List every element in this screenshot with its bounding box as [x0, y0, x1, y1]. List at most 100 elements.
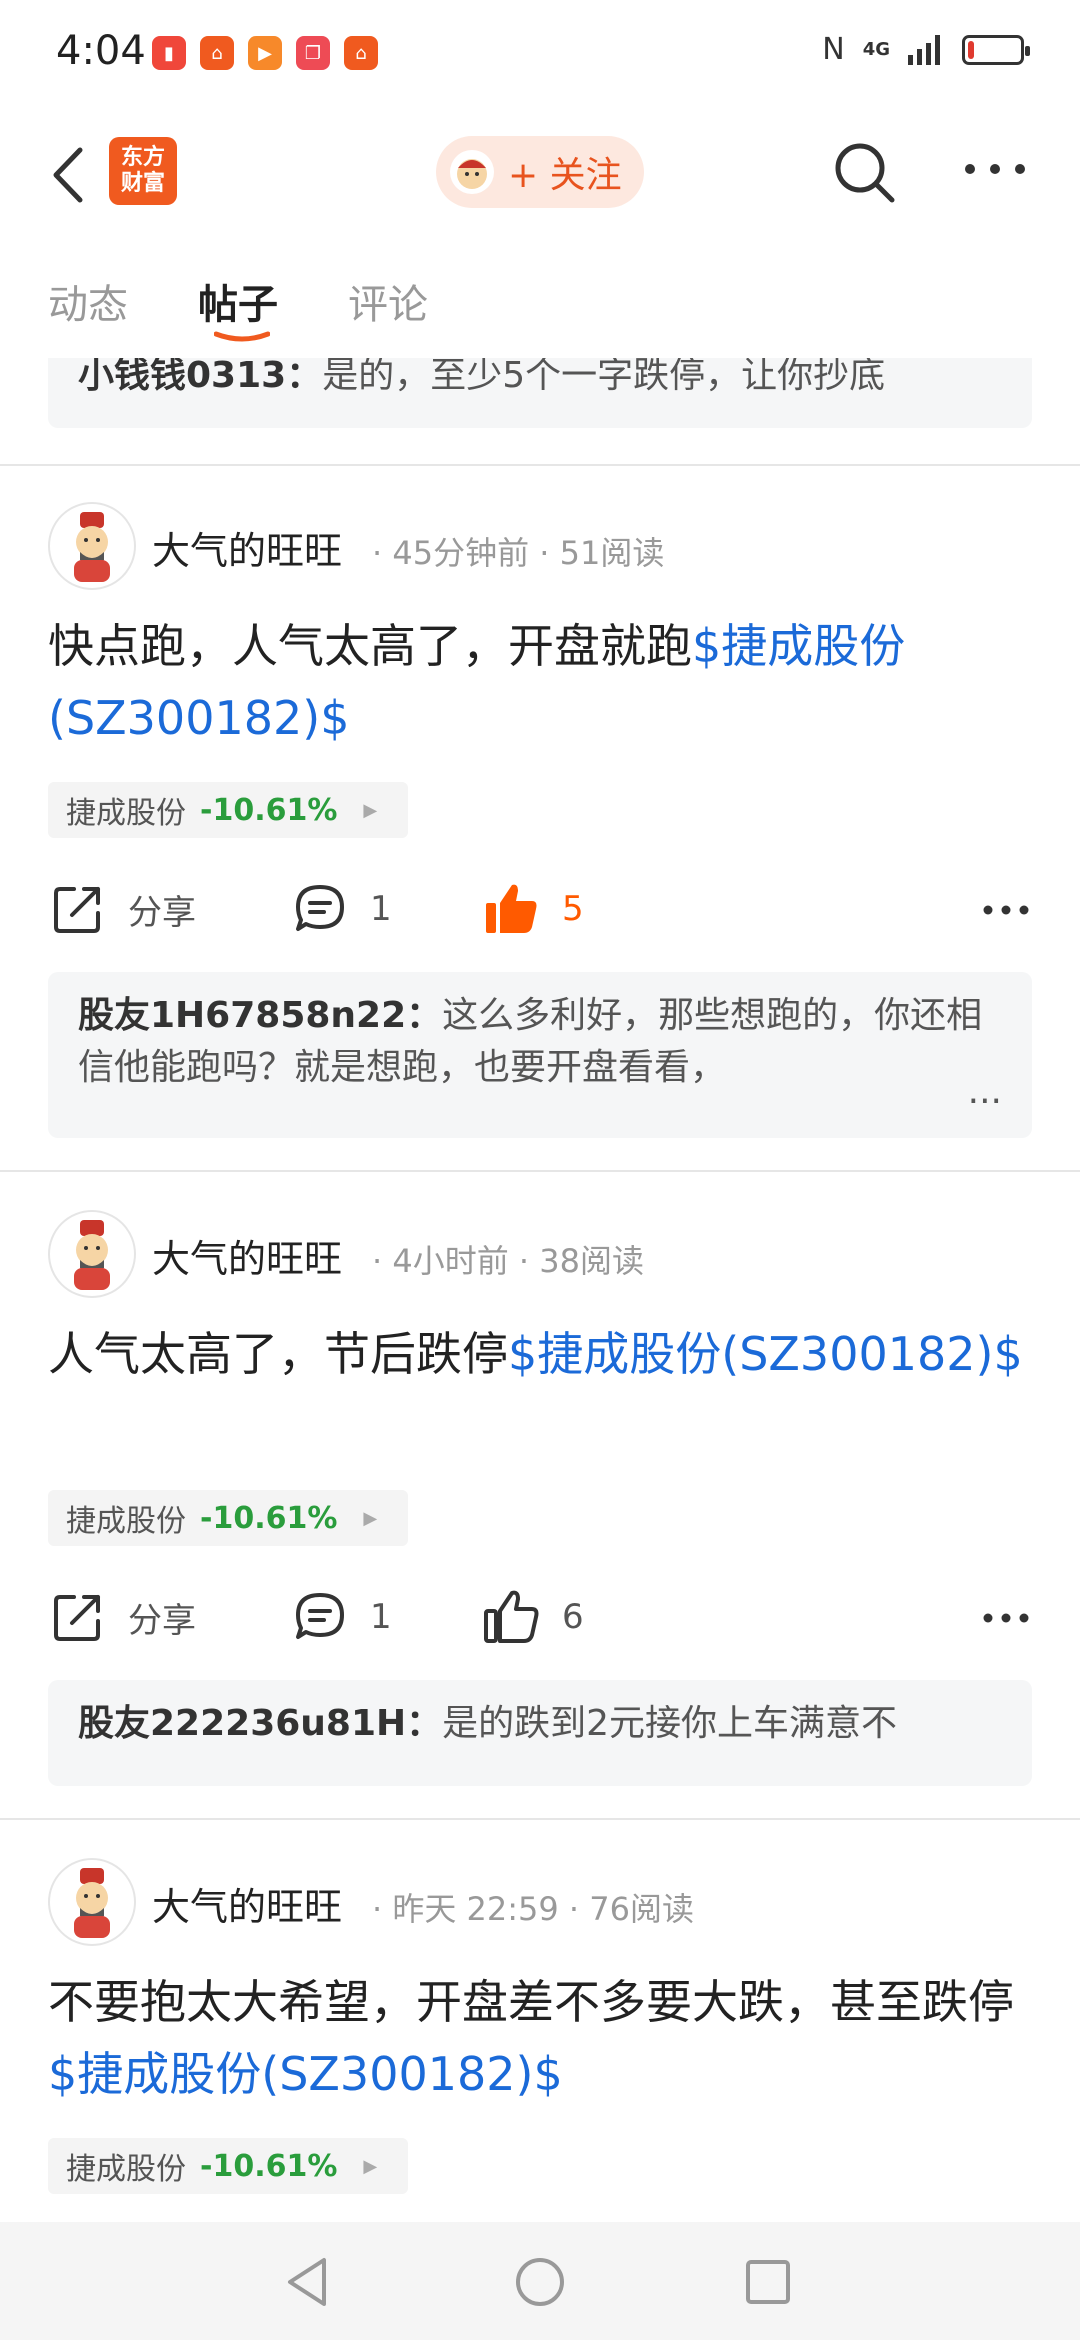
author-avatar[interactable]	[48, 1858, 136, 1946]
like-button[interactable]: 6	[482, 1582, 584, 1652]
hot-comment[interactable]: 股友222236u81H：是的跌到2元接你上车满意不	[48, 1680, 1032, 1786]
post-text: 不要抱太大希望，开盘差不多要大跌，甚至跌停	[48, 1975, 1014, 2029]
system-navigation-bar	[0, 2222, 1080, 2340]
stock-name: 捷成股份	[66, 796, 186, 831]
caishen-avatar-icon	[74, 1868, 110, 1938]
comment-username: 小钱钱0313：	[78, 358, 323, 396]
share-icon	[54, 887, 100, 933]
status-right: N 4G	[822, 32, 1030, 67]
comment-button[interactable]: 1	[292, 1582, 392, 1652]
stock-link[interactable]: $捷成股份(SZ300182)$	[508, 1327, 1023, 1381]
caret-right-icon: ▶	[363, 1507, 378, 1529]
status-bar: 4:04 ▮ ⌂ ▶ ❐ ⌂ N 4G	[0, 0, 1080, 110]
battery-icon	[962, 34, 1030, 65]
search-icon[interactable]	[832, 140, 898, 206]
brand-logo: 东方 财富	[109, 137, 177, 205]
post-content[interactable]: 不要抱太大希望，开盘差不多要大跌，甚至跌停 $捷成股份(SZ300182)$	[48, 1966, 1032, 2110]
more-options-icon[interactable]	[960, 154, 1030, 184]
comment-text: 是的，至少5个一字跌停，让你抄底	[322, 358, 886, 396]
battery-saver-app-icon: ▮	[152, 36, 186, 70]
nfc-icon: N	[822, 32, 845, 67]
thumbs-up-icon	[484, 1590, 539, 1643]
stock-change: -10.61%	[200, 792, 338, 828]
comment-preview[interactable]: 小钱钱0313：是的，至少5个一字跌停，让你抄底	[48, 358, 1032, 428]
stock-name: 捷成股份	[66, 2152, 186, 2187]
eastmoney-app-icon: ⌂	[200, 36, 234, 70]
like-count: 6	[562, 1597, 584, 1637]
comment-icon	[296, 885, 344, 931]
post-text: 人气太高了，节后跌停	[48, 1327, 508, 1381]
share-label: 分享	[128, 1600, 196, 1641]
nav-home-icon[interactable]	[510, 2252, 570, 2312]
nav-back-icon[interactable]	[278, 2252, 338, 2312]
post-card[interactable]: 大气的旺旺 · 4小时前 · 38阅读 人气太高了，节后跌停$捷成股份(SZ30…	[0, 1210, 1080, 1790]
status-time: 4:04	[56, 28, 146, 74]
author-name[interactable]: 大气的旺旺	[152, 520, 342, 575]
active-tab-indicator	[214, 331, 270, 342]
post-card[interactable]: 大气的旺旺 · 昨天 22:59 · 76阅读 不要抱太大希望，开盘差不多要大跌…	[0, 1858, 1080, 2220]
logo-line-2: 财富	[120, 171, 165, 196]
stock-name: 捷成股份	[66, 1504, 186, 1539]
notification-icons: ▮ ⌂ ▶ ❐ ⌂	[152, 36, 378, 70]
network-label: 4G	[862, 38, 890, 60]
author-avatar[interactable]	[48, 502, 136, 590]
stock-quote-tag[interactable]: 捷成股份 -10.61% ▶	[48, 782, 408, 838]
top-app-bar: 东方 财富 + 关注	[0, 110, 1080, 240]
share-button[interactable]: 分享	[50, 874, 196, 944]
mascot-avatar-icon	[450, 150, 494, 194]
post-more-icon[interactable]	[982, 904, 1030, 916]
post-meta: · 45分钟前 · 51阅读	[372, 534, 665, 572]
tab-comments[interactable]: 评论	[348, 272, 428, 330]
post-card[interactable]: 大气的旺旺 · 45分钟前 · 51阅读 快点跑，人气太高了，开盘就跑$捷成股份…	[0, 502, 1080, 1162]
author-name[interactable]: 大气的旺旺	[152, 1876, 342, 1931]
post-text: 快点跑，人气太高了，开盘就跑	[48, 619, 692, 673]
eastmoney-app-icon-2: ⌂	[344, 36, 378, 70]
stock-quote-tag[interactable]: 捷成股份 -10.61% ▶	[48, 2138, 408, 2194]
comment-ellipsis: ...	[959, 1066, 1002, 1118]
back-arrow-icon[interactable]	[46, 140, 96, 210]
comment-username: 股友1H67858n22：	[78, 995, 443, 1036]
comment-button[interactable]: 1	[292, 874, 392, 944]
hot-comment[interactable]: 股友1H67858n22：这么多利好，那些想跑的，你还相信他能跑吗？就是想跑，也…	[48, 972, 1032, 1138]
comment-count: 1	[370, 889, 392, 929]
tab-bar: 动态 帖子 评论	[0, 260, 1080, 342]
post-time: 昨天 22:59	[392, 1890, 559, 1928]
thumbs-up-filled-icon	[486, 884, 537, 933]
post-time: 4小时前	[392, 1242, 509, 1280]
post-reads: 76阅读	[589, 1890, 694, 1928]
stock-quote-tag[interactable]: 捷成股份 -10.61% ▶	[48, 1490, 408, 1546]
author-avatar[interactable]	[48, 1210, 136, 1298]
caret-right-icon: ▶	[363, 2155, 378, 2177]
post-more-icon[interactable]	[982, 1612, 1030, 1624]
post-content[interactable]: 人气太高了，节后跌停$捷成股份(SZ300182)$	[48, 1318, 1032, 1390]
post-meta: · 4小时前 · 38阅读	[372, 1242, 644, 1280]
like-count: 5	[562, 889, 584, 929]
divider	[0, 464, 1080, 466]
stock-link[interactable]: $捷成股份(SZ300182)$	[48, 2047, 563, 2101]
post-meta: · 昨天 22:59 · 76阅读	[372, 1890, 694, 1928]
tab-activity[interactable]: 动态	[48, 272, 128, 330]
share-icon	[54, 1595, 100, 1641]
stock-change: -10.61%	[200, 1500, 338, 1536]
battery-level	[968, 40, 974, 59]
author-name[interactable]: 大气的旺旺	[152, 1228, 342, 1283]
post-actions: 分享 1 5	[0, 874, 1080, 944]
post-content[interactable]: 快点跑，人气太高了，开盘就跑$捷成股份(SZ300182)$	[48, 610, 1032, 754]
video-app-icon: ▶	[248, 36, 282, 70]
divider	[0, 1170, 1080, 1172]
comment-username: 股友222236u81H：	[78, 1703, 443, 1744]
post-time: 45分钟前	[392, 534, 530, 572]
stock-change: -10.61%	[200, 2148, 338, 2184]
comment-count: 1	[370, 1597, 392, 1637]
like-button[interactable]: 5	[482, 874, 584, 944]
comment-text: 是的跌到2元接你上车满意不	[442, 1703, 898, 1744]
nav-recents-icon[interactable]	[738, 2252, 798, 2312]
caret-right-icon: ▶	[363, 799, 378, 821]
follow-button[interactable]: + 关注	[436, 136, 644, 208]
caishen-avatar-icon	[74, 1220, 110, 1290]
follow-label: + 关注	[508, 155, 622, 196]
share-button[interactable]: 分享	[50, 1582, 196, 1652]
tab-posts[interactable]: 帖子	[198, 272, 278, 330]
post-reads: 38阅读	[539, 1242, 644, 1280]
signal-icon	[908, 34, 940, 65]
